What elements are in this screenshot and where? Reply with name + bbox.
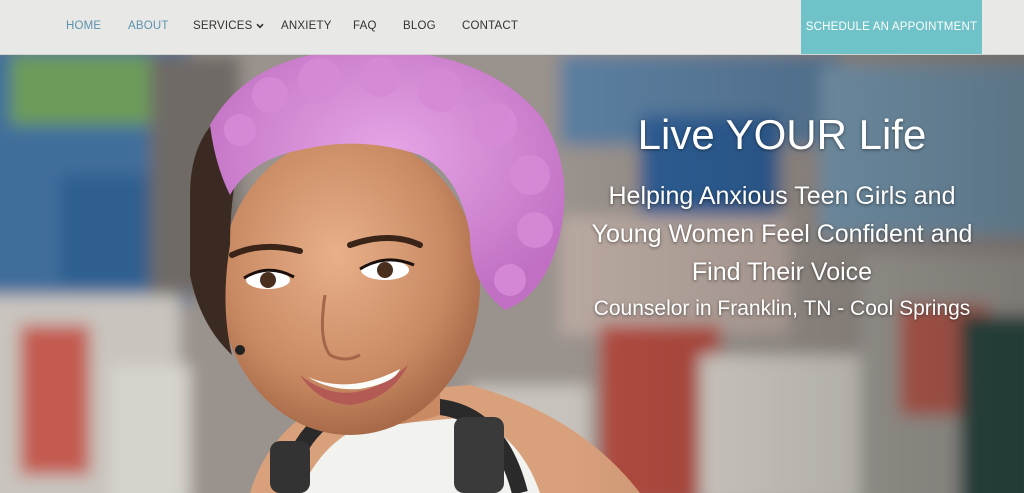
nav-item-anxiety[interactable]: ANXIETY	[281, 20, 332, 32]
hero-subtitle: Helping Anxious Teen Girls and Young Wom…	[540, 177, 1024, 291]
hero-subtitle-line: Helping Anxious Teen Girls and	[608, 182, 956, 210]
hero-subtitle-line: Young Women Feel Confident and	[591, 220, 973, 248]
nav-item-faq[interactable]: FAQ	[353, 20, 377, 32]
chevron-down-icon	[255, 20, 264, 32]
hero-location: Counselor in Franklin, TN - Cool Springs	[593, 297, 971, 320]
hero-banner: Live YOUR Life Helping Anxious Teen Girl…	[0, 55, 1024, 493]
nav-item-services[interactable]: SERVICES	[193, 20, 264, 32]
site-header: HOME ABOUT SERVICES ANXIETY FAQ BLOG CON…	[0, 0, 1024, 55]
hero-subtitle-line: Find Their Voice	[691, 258, 873, 286]
schedule-appointment-button[interactable]: SCHEDULE AN APPOINTMENT	[801, 0, 982, 54]
nav-item-contact[interactable]: CONTACT	[462, 20, 518, 32]
nav-item-about[interactable]: ABOUT	[128, 20, 169, 32]
nav-item-services-label: SERVICES	[193, 20, 253, 33]
nav-item-home[interactable]: HOME	[66, 20, 101, 32]
hero-title: Live YOUR Life	[637, 111, 927, 158]
nav-item-blog[interactable]: BLOG	[403, 20, 436, 32]
